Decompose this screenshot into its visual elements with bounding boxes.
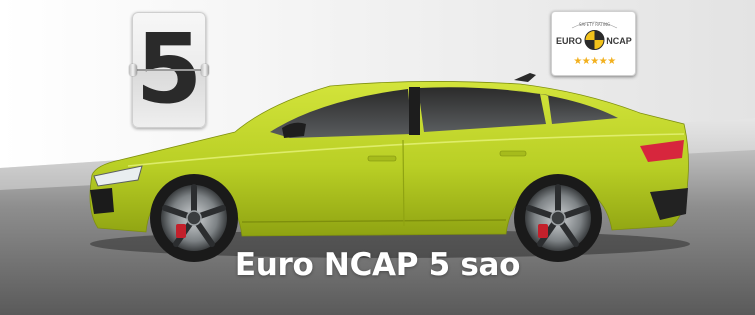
- svg-text:SAFETY RATING: SAFETY RATING: [579, 22, 610, 27]
- euro-ncap-badge: EURO NCAP SAFETY RATING ★★★★★: [551, 11, 636, 76]
- front-door-handle: [367, 155, 397, 162]
- flip-ring-left: [129, 64, 137, 76]
- front-grille: [90, 188, 114, 214]
- svg-text:EURO: EURO: [556, 36, 582, 46]
- flip-number-card: 5: [129, 12, 209, 128]
- flip-ring-right: [201, 64, 209, 76]
- promo-image: 5 EURO NCAP SAFETY RATING ★★★★★ Euro NCA…: [0, 0, 755, 315]
- flip-split-line: [132, 69, 206, 71]
- caption-text: Euro NCAP 5 sao: [234, 247, 521, 283]
- rear-door-handle: [499, 150, 527, 157]
- svg-text:NCAP: NCAP: [606, 36, 632, 46]
- star-rating: ★★★★★: [573, 56, 616, 67]
- b-pillar: [409, 87, 420, 135]
